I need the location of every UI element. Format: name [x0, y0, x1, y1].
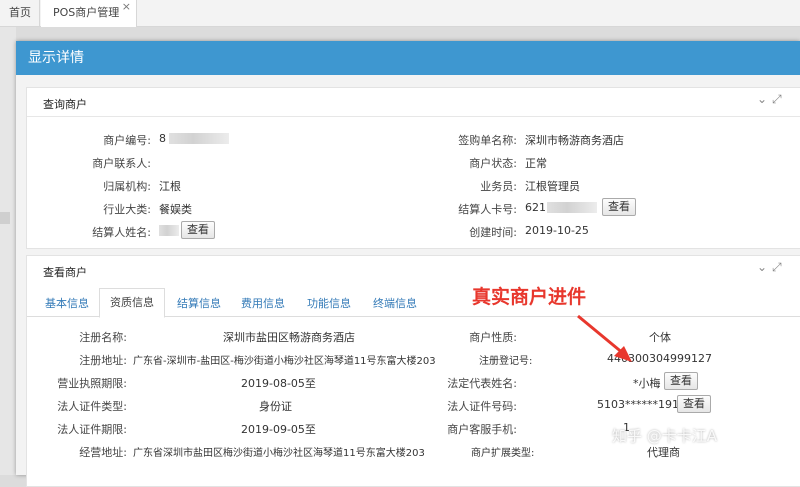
expand-icon[interactable]: ⤢	[772, 92, 782, 107]
industry-value: 餐娱类	[159, 203, 192, 216]
reg-name-value: 深圳市盐田区畅游商务酒店	[223, 331, 355, 344]
reg-addr-label: 注册地址:	[79, 354, 127, 367]
background-mark	[0, 212, 10, 224]
id-exp-label: 法人证件期限:	[57, 423, 127, 436]
expand-type-label: 商户扩展类型:	[471, 448, 535, 459]
tab-qualification-info[interactable]: 资质信息	[99, 288, 165, 318]
reg-addr-value: 广东省-深圳市-盐田区-梅沙街道小梅沙社区海琴道11号东富大楼203	[133, 356, 436, 367]
background-sidebar	[0, 27, 16, 475]
top-tab-bar: 首页 POS商户管理 ×	[0, 0, 800, 27]
created-value: 2019-10-25	[525, 224, 589, 237]
view-merchant-panel: 查看商户 ⌄ ⤢ 基本信息 资质信息 结算信息 费用信息 功能信息 终端信息 注…	[26, 255, 800, 487]
tab-pos-merchant-label: POS商户管理	[53, 6, 120, 19]
tab-terminal-info[interactable]: 终端信息	[373, 295, 417, 311]
view-legal-name-button[interactable]: 查看	[664, 372, 698, 390]
salesman-label: 业务员:	[480, 180, 517, 193]
tab-pos-merchant[interactable]: POS商户管理 ×	[41, 0, 137, 27]
license-value: 2019-08-05至	[241, 377, 316, 390]
merchant-no-label: 商户编号:	[103, 134, 151, 147]
biz-addr-value: 广东省深圳市盐田区梅沙街道小梅沙社区海琴道11号东富大楼203	[133, 448, 425, 459]
id-type-value: 身份证	[259, 400, 292, 413]
salesman-value: 江根管理员	[525, 180, 580, 193]
card-value: 621	[525, 201, 546, 214]
panel-title: 查询商户	[43, 98, 87, 111]
id-exp-value: 2019-09-05至	[241, 423, 316, 436]
reg-name-label: 注册名称:	[79, 331, 127, 344]
org-label: 归属机构:	[103, 180, 151, 193]
detail-modal: 显示详情 查询商户 ⌄ ⤢ 商户编号: 8 签购单名称: 深圳市畅游商务酒店 商…	[16, 41, 800, 487]
legal-name-value: *小梅	[633, 377, 661, 390]
status-label: 商户状态:	[469, 157, 517, 170]
annotation-text: 真实商户进件	[472, 286, 587, 308]
tab-basic-info[interactable]: 基本信息	[45, 295, 89, 311]
redacted-blur	[169, 133, 229, 144]
tab-settlement-info[interactable]: 结算信息	[177, 295, 221, 311]
chevron-down-icon[interactable]: ⌄	[757, 260, 767, 274]
view-settler-button[interactable]: 查看	[181, 221, 215, 239]
annotation-arrow	[577, 314, 632, 362]
nature-value: 个体	[649, 331, 671, 344]
cs-phone-label: 商户客服手机:	[447, 423, 517, 436]
sign-name-label: 签购单名称:	[458, 134, 517, 147]
expand-icon[interactable]: ⤢	[772, 260, 782, 275]
view-card-button[interactable]: 查看	[602, 198, 636, 216]
sub-tabs: 基本信息 资质信息 结算信息 费用信息 功能信息 终端信息	[27, 286, 800, 318]
license-label: 营业执照期限:	[57, 377, 127, 390]
watermark: 知乎 @卡卡江A	[612, 427, 718, 445]
biz-addr-label: 经营地址:	[79, 446, 127, 459]
redacted-blur	[547, 202, 597, 213]
chevron-down-icon[interactable]: ⌄	[757, 92, 767, 106]
created-label: 创建时间:	[469, 226, 517, 239]
status-value: 正常	[525, 157, 547, 170]
tab-home[interactable]: 首页	[0, 0, 40, 26]
id-no-value: 5103******191X	[597, 398, 687, 411]
close-icon[interactable]: ×	[122, 0, 131, 20]
contact-label: 商户联系人:	[92, 157, 151, 170]
tab-function-info[interactable]: 功能信息	[307, 295, 351, 311]
redacted-blur	[159, 225, 179, 236]
panel-divider	[27, 116, 800, 117]
legal-name-label: 法定代表姓名:	[447, 377, 517, 390]
id-no-label: 法人证件号码:	[447, 400, 517, 413]
id-type-label: 法人证件类型:	[57, 400, 127, 413]
reg-no-label: 注册登记号:	[479, 356, 533, 367]
merchant-no-value: 8	[159, 132, 166, 145]
org-value: 江根	[159, 180, 181, 193]
settler-label: 结算人姓名:	[92, 226, 151, 239]
modal-title: 显示详情	[16, 41, 800, 75]
panel-title: 查看商户	[43, 266, 87, 279]
expand-type-value: 代理商	[647, 446, 680, 459]
sign-name-value: 深圳市畅游商务酒店	[525, 134, 624, 147]
query-merchant-panel: 查询商户 ⌄ ⤢ 商户编号: 8 签购单名称: 深圳市畅游商务酒店 商户联系人:…	[26, 87, 800, 249]
view-id-no-button[interactable]: 查看	[677, 395, 711, 413]
card-label: 结算人卡号:	[458, 203, 517, 216]
industry-label: 行业大类:	[103, 203, 151, 216]
nature-label: 商户性质:	[469, 331, 517, 344]
tab-fee-info[interactable]: 费用信息	[241, 295, 285, 311]
modal-body: 查询商户 ⌄ ⤢ 商户编号: 8 签购单名称: 深圳市畅游商务酒店 商户联系人:…	[16, 75, 800, 487]
